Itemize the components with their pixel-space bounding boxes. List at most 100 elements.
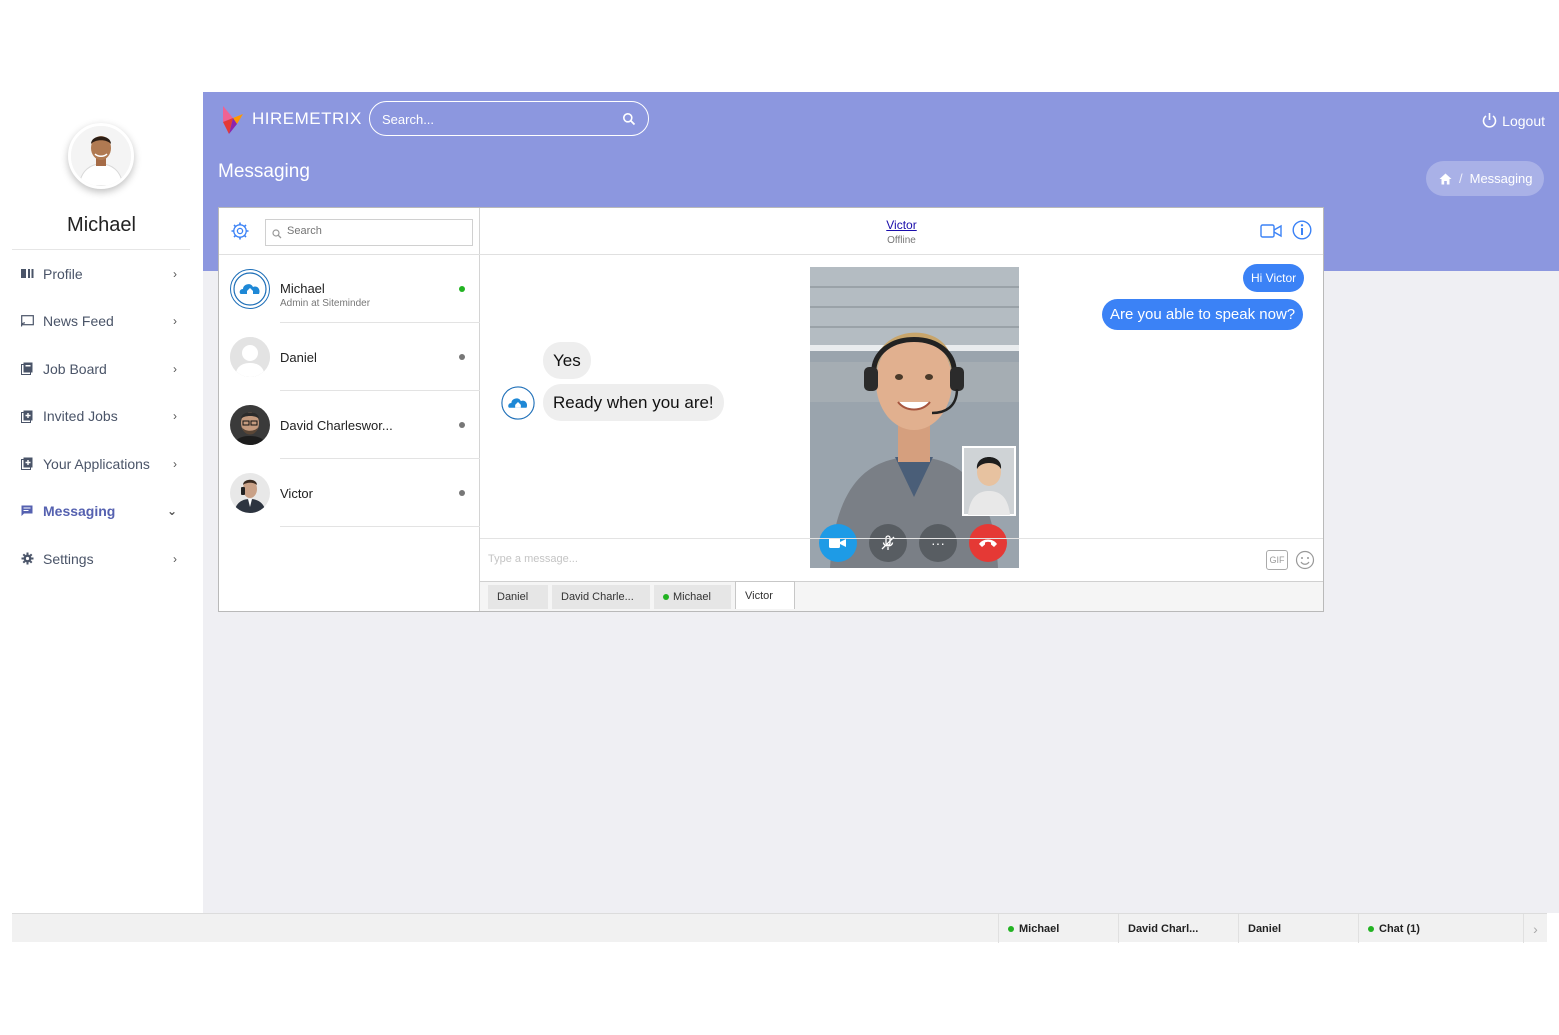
conversation-panel: Victor Offline Hi Victor Are you able to…: [480, 208, 1323, 611]
chat-tab-victor[interactable]: Victor: [735, 581, 795, 609]
sidebar-nav: Profile › News Feed › Job Board › Invite…: [0, 250, 203, 583]
top-header: HIREMETRIX Logout: [203, 92, 1559, 150]
header-search-input[interactable]: [382, 109, 612, 129]
search-icon[interactable]: [622, 112, 636, 126]
online-status-dot: [459, 286, 465, 292]
sidebar-item-label: Your Applications: [43, 455, 150, 472]
online-status-dot: [1368, 925, 1374, 932]
bottom-chat-label: Chat (1): [1379, 922, 1420, 935]
sidebar-item-job-board[interactable]: Job Board ›: [0, 345, 203, 393]
id-card-icon: [20, 267, 34, 281]
sidebar-item-profile[interactable]: Profile ›: [0, 250, 203, 298]
brand-name[interactable]: HIREMETRIX: [252, 109, 362, 129]
power-icon: [1482, 113, 1497, 128]
gear-icon: [20, 552, 34, 566]
cast-icon: [20, 314, 34, 328]
bottom-chat-list[interactable]: Chat (1): [1358, 914, 1523, 943]
contact-item-daniel[interactable]: Daniel: [219, 323, 480, 391]
avatar-photo: [230, 473, 270, 513]
message-bubble-incoming: Ready when you are!: [543, 384, 724, 421]
divider: [280, 526, 480, 527]
chat-tabs: Daniel David Charle... Michael Victor: [480, 581, 1323, 611]
profile-avatar[interactable]: [68, 123, 134, 189]
chat-widget: Michael Admin at Siteminder Daniel: [218, 207, 1324, 612]
contact-item-david[interactable]: David Charleswor...: [219, 391, 480, 459]
chat-tab-michael[interactable]: Michael: [654, 585, 731, 609]
sidebar-item-your-applications[interactable]: Your Applications ›: [0, 440, 203, 488]
logout-label: Logout: [1502, 112, 1545, 129]
video-call-icon[interactable]: [1260, 222, 1282, 240]
bottom-chat-label: Michael: [1019, 922, 1060, 935]
breadcrumb: / Messaging: [1426, 161, 1544, 196]
chat-tab-label: Michael: [673, 591, 711, 603]
message-input[interactable]: [488, 553, 788, 565]
chat-settings-icon[interactable]: [230, 221, 250, 241]
contact-item-michael[interactable]: Michael Admin at Siteminder: [219, 255, 480, 323]
header-search: [369, 101, 649, 136]
sidebar-item-news-feed[interactable]: News Feed ›: [0, 298, 203, 346]
logout-button[interactable]: Logout: [1481, 112, 1545, 129]
sidebar-item-label: Invited Jobs: [43, 408, 118, 425]
offline-status-dot: [459, 422, 465, 428]
search-icon: [272, 226, 282, 244]
book-plus-icon: [20, 409, 34, 423]
sidebar-item-settings[interactable]: Settings ›: [0, 535, 203, 583]
chat-tab-daniel[interactable]: Daniel: [488, 585, 548, 609]
default-user-icon: [230, 337, 270, 377]
bottom-chat-daniel[interactable]: Daniel: [1238, 914, 1358, 943]
message-icon: [20, 504, 34, 518]
profile-name: Michael: [67, 214, 136, 236]
cloud-logo-icon: [501, 386, 535, 420]
contact-avatar: [230, 269, 270, 309]
page-title: Messaging: [218, 161, 310, 182]
hiremetrix-logo-icon[interactable]: [219, 104, 245, 136]
message-bubble-outgoing: Are you able to speak now?: [1102, 299, 1304, 330]
sidebar-item-messaging[interactable]: Messaging ⌄: [0, 488, 203, 536]
remote-video-feed: [810, 267, 1019, 568]
chevron-right-icon: ›: [173, 266, 177, 281]
contact-avatar: [230, 473, 270, 513]
contact-name: Michael: [280, 281, 325, 296]
cloud-logo-icon: [233, 272, 267, 306]
breadcrumb-current: Messaging: [1469, 171, 1533, 186]
contact-avatar: [230, 337, 270, 377]
chevron-right-icon[interactable]: ›: [1523, 914, 1547, 943]
bottom-chat-label: David Charl...: [1128, 922, 1199, 935]
bottom-chat-bar: Michael David Charl... Daniel Chat (1) ›: [12, 913, 1547, 943]
sidebar-item-label: Messaging: [43, 503, 116, 520]
contact-item-victor[interactable]: Victor: [219, 459, 480, 527]
chevron-right-icon: ›: [173, 409, 177, 424]
conversation-contact-name[interactable]: Victor: [480, 218, 1323, 232]
bottom-chat-label: Daniel: [1248, 922, 1282, 935]
video-call-window[interactable]: ···: [810, 267, 1019, 568]
chat-tab-label: Daniel: [497, 591, 529, 603]
contact-avatar: [230, 405, 270, 445]
sidebar-item-label: News Feed: [43, 313, 114, 330]
chat-tab-label: Victor: [745, 589, 773, 602]
info-icon[interactable]: [1292, 220, 1312, 240]
offline-status-dot: [459, 490, 465, 496]
sidebar-item-invited-jobs[interactable]: Invited Jobs ›: [0, 393, 203, 441]
conversation-contact-status: Offline: [887, 235, 916, 246]
contact-subtitle: Admin at Siteminder: [280, 298, 371, 309]
conversation-header: Victor Offline: [480, 208, 1323, 255]
chat-tab-david[interactable]: David Charle...: [552, 585, 650, 609]
message-composer: GIF: [480, 538, 1323, 581]
sidebar-item-label: Profile: [43, 265, 83, 282]
message-bubble-incoming: Yes: [543, 342, 591, 379]
contact-search: [265, 219, 473, 246]
bottom-chat-david[interactable]: David Charl...: [1118, 914, 1238, 943]
home-icon[interactable]: [1439, 173, 1452, 185]
contact-search-input[interactable]: [287, 225, 467, 237]
gif-icon[interactable]: GIF: [1266, 550, 1288, 570]
avatar-photo: [71, 126, 131, 186]
chevron-right-icon: ›: [173, 314, 177, 329]
chevron-right-icon: ›: [173, 456, 177, 471]
chevron-right-icon: ›: [173, 361, 177, 376]
emoji-icon[interactable]: [1295, 550, 1315, 570]
bottom-chat-michael[interactable]: Michael: [998, 914, 1118, 943]
online-status-dot: [1008, 925, 1014, 932]
breadcrumb-separator: /: [1459, 171, 1463, 186]
sidebar-item-label: Job Board: [43, 360, 107, 377]
avatar-photo: [230, 405, 270, 445]
